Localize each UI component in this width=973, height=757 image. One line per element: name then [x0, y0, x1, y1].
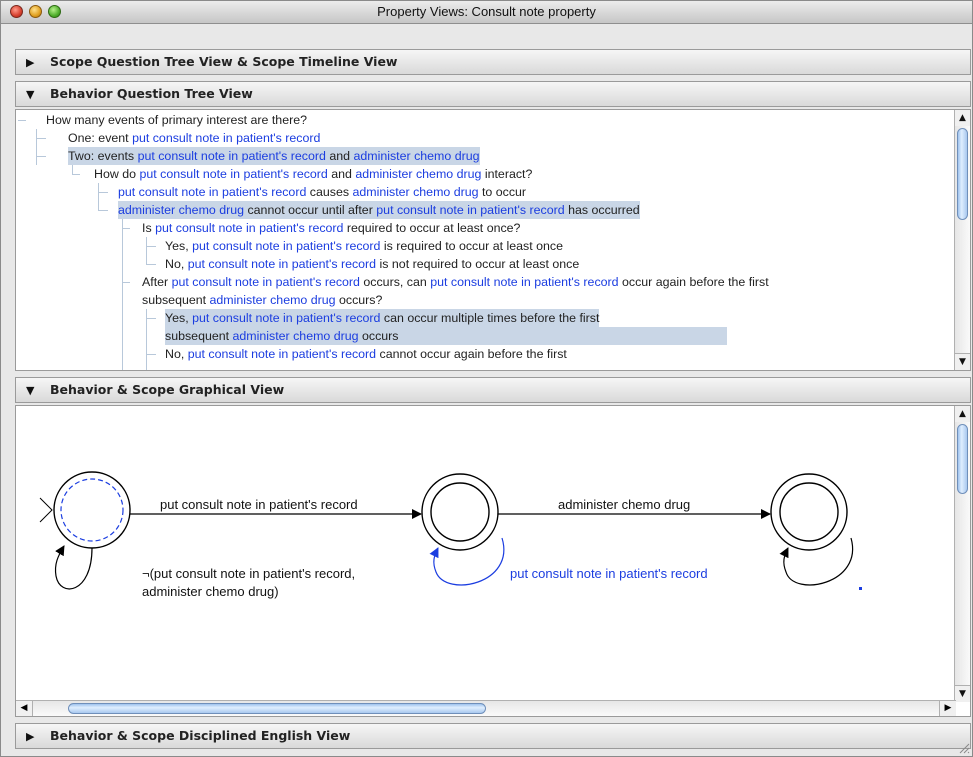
event-name: put consult note in patient's record [187, 347, 377, 361]
self-loop-1-label-line2: administer chemo drug) [142, 584, 279, 599]
self-loop-2-label: put consult note in patient's record [510, 566, 708, 581]
collapsed-triangle-icon[interactable]: ▶ [26, 731, 34, 743]
scroll-thumb[interactable] [68, 703, 486, 714]
section-header-scope-tree[interactable]: ▶ Scope Question Tree View & Scope Timel… [15, 49, 971, 75]
tree-row[interactable]: No, put consult note in patient's record… [165, 345, 567, 363]
tree-row[interactable]: No, put consult note in patient's record… [165, 255, 579, 273]
event-name: administer chemo drug [353, 149, 480, 163]
tree-row[interactable]: How do put consult note in patient's rec… [94, 165, 532, 183]
tree-row[interactable]: put consult note in patient's record cau… [118, 183, 526, 201]
event-name: put consult note in patient's record [137, 149, 326, 163]
section-label: Behavior & Scope Disciplined English Vie… [50, 728, 351, 743]
property-views-window: Property Views: Consult note property ▶ … [0, 0, 973, 757]
event-name: administer chemo drug [355, 167, 482, 181]
scroll-thumb[interactable] [957, 128, 968, 220]
graph-vertical-scrollbar[interactable]: ▲ ▼ [954, 406, 970, 702]
scroll-thumb[interactable] [957, 424, 968, 494]
resize-grip-icon[interactable] [958, 742, 970, 754]
tree-row[interactable]: One: event put consult note in patient's… [68, 129, 320, 147]
selection-handle [859, 587, 862, 590]
window-title: Property Views: Consult note property [377, 4, 596, 19]
event-name: administer chemo drug [232, 329, 359, 343]
state-diagram [39, 471, 862, 590]
state-2[interactable] [421, 473, 499, 551]
event-name: put consult note in patient's record [139, 167, 328, 181]
expanded-triangle-icon[interactable]: ▼ [26, 89, 34, 101]
event-name: put consult note in patient's record [192, 311, 381, 325]
transition-2-label: administer chemo drug [558, 497, 691, 512]
tree-row[interactable]: Yes, put consult note in patient's recor… [165, 237, 563, 255]
section-header-behavior-tree[interactable]: ▼ Behavior Question Tree View [15, 81, 971, 107]
graphical-view[interactable]: put consult note in patient's record adm… [15, 405, 971, 717]
event-name: put consult note in patient's record [187, 257, 377, 271]
collapsed-triangle-icon[interactable]: ▶ [26, 57, 34, 69]
section-label: Behavior & Scope Graphical View [50, 382, 285, 397]
tree-vertical-scrollbar[interactable]: ▲ ▼ [954, 110, 970, 370]
event-name: put consult note in patient's record [430, 275, 619, 289]
section-label: Behavior Question Tree View [50, 86, 253, 101]
event-name: put consult note in patient's record [118, 185, 307, 199]
title-bar[interactable]: Property Views: Consult note property [1, 1, 972, 24]
event-name: put consult note in patient's record [155, 221, 344, 235]
event-name: put consult note in patient's record [171, 275, 360, 289]
graph-horizontal-scrollbar[interactable]: ◀ ▶ [16, 700, 956, 716]
tree-row-selected-continuation[interactable]: subsequent administer chemo drug occurs [165, 327, 727, 345]
event-name: put consult note in patient's record [132, 131, 321, 145]
section-header-english[interactable]: ▶ Behavior & Scope Disciplined English V… [15, 723, 971, 749]
tree-row-selected[interactable]: administer chemo drug cannot occur until… [118, 201, 640, 219]
tree-row[interactable]: After put consult note in patient's reco… [142, 273, 769, 291]
section-header-graphical[interactable]: ▼ Behavior & Scope Graphical View [15, 377, 971, 403]
tree-row-continuation[interactable]: subsequent administer chemo drug occurs? [142, 291, 382, 309]
scroll-up-arrow-icon[interactable]: ▲ [955, 110, 970, 126]
tree-row[interactable]: How many events of primary interest are … [46, 111, 307, 129]
behavior-question-tree[interactable]: How many events of primary interest are … [15, 109, 971, 371]
event-name: put consult note in patient's record [376, 203, 565, 217]
tree-row-selected[interactable]: Yes, put consult note in patient's recor… [165, 309, 600, 327]
scroll-right-arrow-icon[interactable]: ▶ [939, 701, 956, 716]
scroll-up-arrow-icon[interactable]: ▲ [955, 406, 970, 422]
self-loop-1-label-line1: ¬(put consult note in patient's record, [142, 566, 356, 581]
state-3[interactable] [770, 473, 848, 551]
section-label: Scope Question Tree View & Scope Timelin… [50, 54, 398, 69]
event-name: put consult note in patient's record [192, 239, 381, 253]
tree-row-selected[interactable]: Two: events put consult note in patient'… [68, 147, 480, 165]
state-1[interactable] [53, 471, 131, 549]
scroll-down-arrow-icon[interactable]: ▼ [955, 353, 970, 370]
self-loop-1 [54, 545, 93, 590]
tree-row[interactable]: Is put consult note in patient's record … [142, 219, 520, 237]
scroll-left-arrow-icon[interactable]: ◀ [16, 701, 33, 716]
transition-1-label: put consult note in patient's record [160, 497, 358, 512]
event-name: administer chemo drug [352, 185, 479, 199]
scroll-down-arrow-icon[interactable]: ▼ [955, 685, 970, 702]
initial-arrow [39, 497, 53, 523]
event-name: administer chemo drug [118, 203, 245, 217]
event-name: administer chemo drug [209, 293, 336, 307]
expanded-triangle-icon[interactable]: ▼ [26, 385, 34, 397]
tree-content: How many events of primary interest are … [16, 110, 956, 370]
